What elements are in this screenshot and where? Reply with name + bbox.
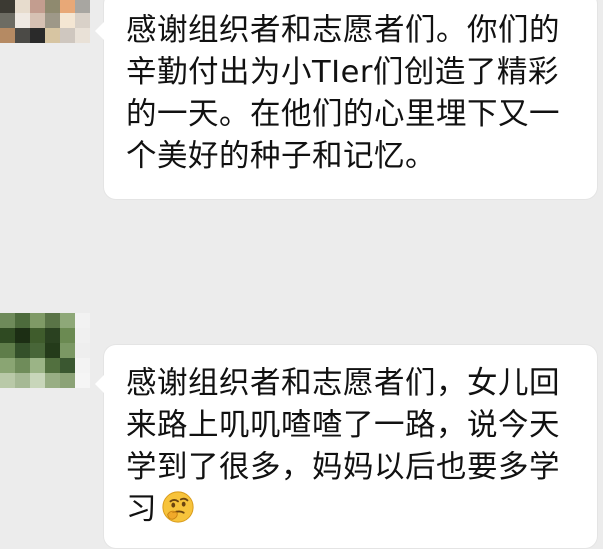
avatar-pixel xyxy=(15,343,30,358)
avatar-pixel xyxy=(30,343,45,358)
avatar-pixel xyxy=(30,13,45,28)
avatar-pixel xyxy=(0,13,15,28)
avatar-pixel xyxy=(45,0,60,13)
avatar-pixel xyxy=(75,313,90,328)
avatar-pixel xyxy=(60,343,75,358)
avatar-pixel xyxy=(15,313,30,328)
avatar-pixel xyxy=(45,28,60,43)
avatar-pixel xyxy=(0,28,15,43)
avatar-pixel xyxy=(30,373,45,388)
avatar-pixel xyxy=(30,28,45,43)
thinking-face-emoji-icon xyxy=(162,491,194,523)
avatar-pixel xyxy=(0,373,15,388)
avatar-pixel xyxy=(75,358,90,373)
avatar-pixel xyxy=(75,0,90,13)
chat-thread: 感谢组织者和志愿者们。你们的辛勤付出为小TIer们创造了精彩的一天。在他们的心里… xyxy=(0,0,603,549)
avatar-pixel xyxy=(0,0,15,13)
avatar-pixel xyxy=(45,13,60,28)
avatar-pixel xyxy=(60,373,75,388)
avatar-pixel xyxy=(60,328,75,343)
avatar-pixel xyxy=(60,313,75,328)
avatar-pixel xyxy=(60,0,75,13)
avatar-pixel xyxy=(75,343,90,358)
avatar-pixel xyxy=(30,0,45,13)
avatar-pixel xyxy=(15,373,30,388)
avatar-pixel xyxy=(15,0,30,13)
avatar-pixel xyxy=(15,28,30,43)
avatar-pixel xyxy=(0,343,15,358)
avatar-pixel xyxy=(75,28,90,43)
avatar-pixel xyxy=(15,13,30,28)
avatar-pixel xyxy=(75,328,90,343)
message-bubble[interactable]: 感谢组织者和志愿者们。你们的辛勤付出为小TIer们创造了精彩的一天。在他们的心里… xyxy=(95,0,597,199)
avatar-pixel xyxy=(0,313,15,328)
avatar-pixel xyxy=(15,358,30,373)
avatar-pixel xyxy=(45,343,60,358)
avatar-pixel xyxy=(60,28,75,43)
avatar-pixel xyxy=(60,358,75,373)
avatar-pixel xyxy=(45,328,60,343)
avatar-pixel xyxy=(45,313,60,328)
message-bubble[interactable]: 感谢组织者和志愿者们，女儿回来路上叽叽喳喳了一路，说今天学到了很多，妈妈以后也要… xyxy=(95,345,597,548)
avatar-pixel xyxy=(15,328,30,343)
avatar-pixel xyxy=(30,358,45,373)
avatar-pixel xyxy=(60,13,75,28)
avatar-pixel xyxy=(45,358,60,373)
avatar-pixel xyxy=(75,373,90,388)
message-text: 感谢组织者和志愿者们。你们的辛勤付出为小TIer们创造了精彩的一天。在他们的心里… xyxy=(126,13,560,174)
avatar-pixel xyxy=(30,328,45,343)
avatar-pixel xyxy=(75,13,90,28)
avatar[interactable] xyxy=(0,0,90,43)
avatar[interactable] xyxy=(0,313,90,388)
avatar-pixel xyxy=(45,373,60,388)
avatar-pixel xyxy=(30,313,45,328)
avatar-pixel xyxy=(0,358,15,373)
avatar-pixel xyxy=(0,328,15,343)
